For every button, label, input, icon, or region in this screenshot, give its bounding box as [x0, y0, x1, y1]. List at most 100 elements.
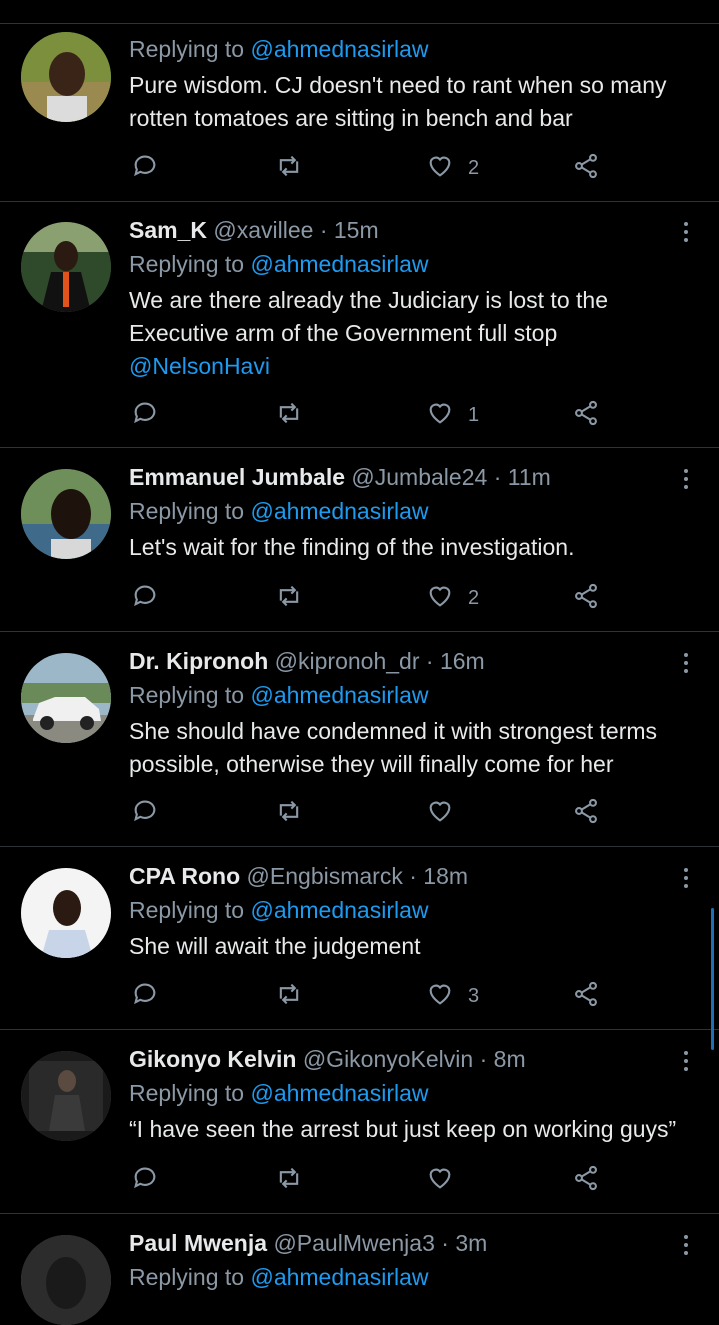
share-icon: [572, 980, 600, 1013]
tweet-actions: [129, 1163, 609, 1197]
user-handle[interactable]: @GikonyoKelvin: [303, 1046, 473, 1072]
more-vertical-icon[interactable]: [679, 1232, 693, 1262]
display-name[interactable]: Gikonyo Kelvin: [129, 1046, 296, 1072]
like-count: 1: [468, 403, 480, 426]
tweet-3[interactable]: Dr. Kipronoh @kipronoh_dr · 16m Replying…: [0, 632, 719, 847]
like-button[interactable]: [426, 796, 468, 830]
user-handle[interactable]: @xavillee: [213, 217, 313, 243]
retweet-icon: [275, 399, 303, 432]
more-vertical-icon[interactable]: [679, 650, 693, 680]
tweet-header: Emmanuel Jumbale @Jumbale24 · 11m: [129, 464, 551, 490]
tweet-actions: 1: [129, 398, 609, 432]
tweet-actions: 3: [129, 979, 609, 1013]
timestamp[interactable]: 15m: [334, 217, 379, 243]
reply-icon: [131, 1164, 159, 1197]
mention-link[interactable]: @ahmednasirlaw: [250, 682, 428, 708]
share-button[interactable]: [572, 151, 600, 185]
display-name[interactable]: CPA Rono: [129, 863, 240, 889]
user-handle[interactable]: @PaulMwenja3: [273, 1230, 434, 1256]
more-vertical-icon[interactable]: [679, 865, 693, 895]
avatar[interactable]: [21, 868, 111, 958]
reply-button[interactable]: [131, 151, 159, 185]
share-button[interactable]: [572, 796, 600, 830]
tweet-text: She will await the judgement: [129, 933, 421, 959]
user-handle[interactable]: @Jumbale24: [351, 464, 487, 490]
avatar[interactable]: [21, 32, 111, 122]
like-button[interactable]: 2: [426, 151, 479, 185]
display-name[interactable]: Paul Mwenja: [129, 1230, 267, 1256]
share-button[interactable]: [572, 979, 600, 1013]
avatar[interactable]: [21, 1051, 111, 1141]
mention-link[interactable]: @ahmednasirlaw: [250, 498, 428, 524]
tweet-text: She should have condemned it with strong…: [129, 718, 658, 777]
timestamp[interactable]: 8m: [494, 1046, 526, 1072]
replying-to: Replying to @ahmednasirlaw: [129, 1264, 429, 1290]
tweet-actions: [129, 796, 609, 830]
mention-link[interactable]: @NelsonHavi: [129, 353, 270, 379]
tweet-header: Sam_K @xavillee · 15m: [129, 217, 379, 243]
scrollbar[interactable]: [711, 908, 714, 1050]
reply-button[interactable]: [131, 796, 159, 830]
mention-link[interactable]: @ahmednasirlaw: [250, 251, 428, 277]
replying-to: Replying to @ahmednasirlaw: [129, 36, 429, 62]
reply-button[interactable]: [131, 581, 159, 615]
share-button[interactable]: [572, 581, 600, 615]
user-handle[interactable]: @kipronoh_dr: [275, 648, 420, 674]
tweet-0[interactable]: Replying to @ahmednasirlaw Pure wisdom. …: [0, 24, 719, 202]
avatar[interactable]: [21, 222, 111, 312]
retweet-icon: [275, 797, 303, 830]
tweet-6[interactable]: Paul Mwenja @PaulMwenja3 · 3m Replying t…: [0, 1214, 719, 1325]
retweet-button[interactable]: [275, 979, 303, 1013]
reply-button[interactable]: [131, 1163, 159, 1197]
tweet-actions: 2: [129, 151, 609, 185]
more-vertical-icon[interactable]: [679, 1048, 693, 1078]
retweet-button[interactable]: [275, 398, 303, 432]
mention-link[interactable]: @ahmednasirlaw: [250, 1264, 428, 1290]
share-icon: [572, 399, 600, 432]
tweet-text: “I have seen the arrest but just keep on…: [129, 1116, 677, 1142]
avatar[interactable]: [21, 653, 111, 743]
avatar[interactable]: [21, 469, 111, 559]
tweet-2[interactable]: Emmanuel Jumbale @Jumbale24 · 11m Replyi…: [0, 448, 719, 632]
heart-icon: [426, 1164, 454, 1197]
display-name[interactable]: Sam_K: [129, 217, 207, 243]
retweet-button[interactable]: [275, 796, 303, 830]
mention-link[interactable]: @ahmednasirlaw: [250, 1080, 428, 1106]
tweet-1[interactable]: Sam_K @xavillee · 15m Replying to @ahmed…: [0, 201, 719, 448]
tweet-5[interactable]: Gikonyo Kelvin @GikonyoKelvin · 8m Reply…: [0, 1030, 719, 1214]
like-button[interactable]: 2: [426, 581, 479, 615]
timestamp[interactable]: 3m: [455, 1230, 487, 1256]
retweet-button[interactable]: [275, 151, 303, 185]
retweet-icon: [275, 980, 303, 1013]
display-name[interactable]: Emmanuel Jumbale: [129, 464, 345, 490]
tweet-text: Let's wait for the finding of the invest…: [129, 534, 575, 560]
reply-button[interactable]: [131, 979, 159, 1013]
timestamp[interactable]: 11m: [508, 464, 551, 490]
tweet-header: CPA Rono @Engbismarck · 18m: [129, 863, 469, 889]
mention-link[interactable]: @ahmednasirlaw: [250, 36, 428, 62]
display-name[interactable]: Dr. Kipronoh: [129, 648, 268, 674]
share-button[interactable]: [572, 1163, 600, 1197]
mention-link[interactable]: @ahmednasirlaw: [250, 897, 428, 923]
timestamp[interactable]: 16m: [440, 648, 485, 674]
share-button[interactable]: [572, 398, 600, 432]
retweet-button[interactable]: [275, 581, 303, 615]
retweet-button[interactable]: [275, 1163, 303, 1197]
like-button[interactable]: 1: [426, 398, 479, 432]
like-button[interactable]: 3: [426, 979, 479, 1013]
reply-button[interactable]: [131, 398, 159, 432]
more-vertical-icon[interactable]: [679, 219, 693, 249]
like-button[interactable]: [426, 1163, 468, 1197]
more-vertical-icon[interactable]: [679, 466, 693, 496]
like-count: 2: [468, 156, 480, 179]
timestamp[interactable]: 18m: [423, 863, 468, 889]
share-icon: [572, 797, 600, 830]
tweet-text: We are there already the Judiciary is lo…: [129, 287, 608, 379]
reply-icon: [131, 797, 159, 830]
replying-to: Replying to @ahmednasirlaw: [129, 1080, 429, 1106]
tweet-actions: 2: [129, 581, 609, 615]
tweet-4[interactable]: CPA Rono @Engbismarck · 18m Replying to …: [0, 847, 719, 1030]
heart-icon: [426, 399, 454, 432]
avatar[interactable]: [21, 1235, 111, 1325]
user-handle[interactable]: @Engbismarck: [247, 863, 403, 889]
